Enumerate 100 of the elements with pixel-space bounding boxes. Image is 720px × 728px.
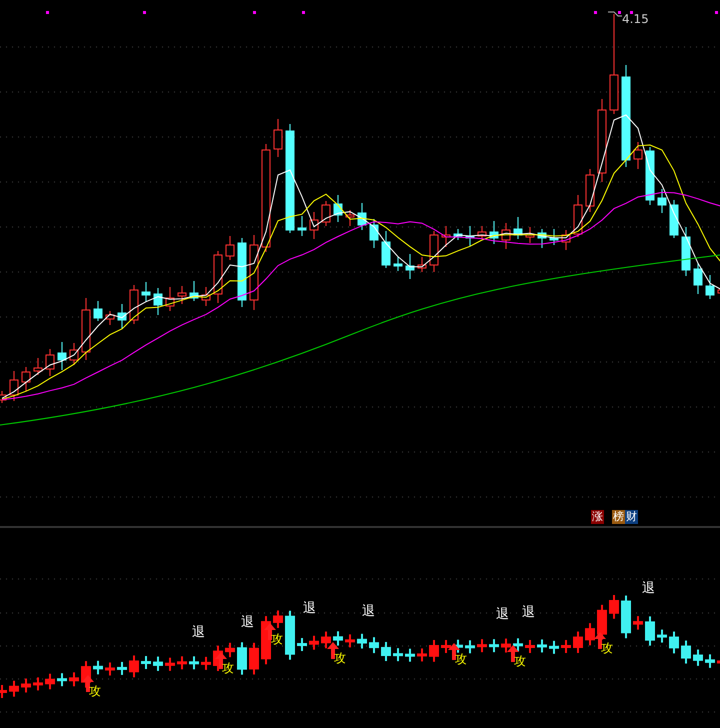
retreat-signal-label: 退 bbox=[642, 581, 655, 596]
high-price-label: 4.15 bbox=[622, 12, 649, 26]
candlestick bbox=[418, 256, 426, 272]
indicator-bar bbox=[393, 648, 403, 662]
indicator-bar bbox=[129, 655, 139, 678]
attack-signal-label: 攻 bbox=[271, 632, 283, 646]
indicator-bar bbox=[657, 630, 667, 643]
candlestick bbox=[562, 230, 570, 250]
retreat-signal-label: 退 bbox=[496, 607, 509, 622]
indicator-bar bbox=[561, 640, 571, 653]
candlestick bbox=[658, 188, 666, 214]
indicator-bar bbox=[465, 640, 475, 654]
indicator-bar bbox=[441, 640, 451, 653]
indicator-bar bbox=[525, 640, 535, 653]
candlestick bbox=[70, 342, 78, 366]
indicator-bar bbox=[345, 634, 355, 648]
candlestick bbox=[538, 228, 546, 248]
indicator-bar bbox=[669, 632, 679, 654]
candlestick bbox=[382, 230, 390, 268]
indicator-bar bbox=[513, 638, 523, 652]
candlestick bbox=[670, 200, 678, 238]
indicator-bar bbox=[501, 638, 511, 653]
indicator-bar bbox=[321, 632, 331, 648]
indicator-bar bbox=[333, 631, 343, 646]
candlestick bbox=[22, 366, 30, 392]
candlestick bbox=[526, 226, 534, 244]
candlestick bbox=[154, 288, 162, 316]
indicator-bar bbox=[165, 658, 175, 671]
indicator-bar bbox=[621, 596, 631, 638]
candlestick bbox=[430, 230, 438, 272]
candlestick bbox=[226, 236, 234, 260]
indicator-bar bbox=[105, 662, 115, 676]
candlestick bbox=[190, 280, 198, 302]
indicator-bar bbox=[117, 662, 127, 675]
indicator-bar bbox=[549, 640, 559, 654]
tag-badge: 涨 bbox=[591, 510, 604, 524]
retreat-signal-label: 退 bbox=[522, 605, 535, 620]
indicator-bar bbox=[681, 640, 691, 664]
candlestick bbox=[178, 286, 186, 304]
candlestick bbox=[142, 282, 150, 302]
candlestick bbox=[550, 228, 558, 246]
indicator-bar bbox=[45, 674, 55, 690]
candlestick bbox=[34, 358, 42, 376]
candlestick bbox=[694, 262, 702, 294]
candlestick bbox=[346, 210, 354, 226]
candlestick bbox=[214, 250, 222, 304]
attack-signal-label: 攻 bbox=[334, 651, 346, 665]
indicator-bar bbox=[717, 660, 720, 664]
indicator-bar bbox=[9, 680, 19, 697]
candlestick bbox=[574, 194, 582, 238]
indicator-bar bbox=[609, 595, 619, 619]
indicator-bar bbox=[177, 656, 187, 670]
retreat-signal-label: 退 bbox=[362, 604, 375, 619]
indicator-bar bbox=[189, 656, 199, 670]
indicator-bar bbox=[381, 642, 391, 662]
indicator-bar bbox=[537, 639, 547, 652]
candlestick bbox=[166, 286, 174, 312]
candlestick bbox=[646, 146, 654, 206]
leader-line bbox=[608, 12, 622, 16]
candlestick bbox=[586, 168, 594, 212]
indicator-bar bbox=[369, 637, 379, 654]
indicator-bar bbox=[477, 639, 487, 652]
attack-signal-label: 攻 bbox=[601, 641, 613, 655]
indicator-bar bbox=[21, 678, 31, 692]
indicator-bar bbox=[489, 639, 499, 652]
candlestick bbox=[274, 118, 282, 158]
candlestick bbox=[478, 226, 486, 240]
indicator-bar bbox=[201, 656, 211, 670]
indicator-bar bbox=[153, 656, 163, 671]
indicator-bar bbox=[225, 642, 235, 658]
attack-signal-label: 攻 bbox=[455, 652, 467, 666]
candlestick bbox=[310, 212, 318, 240]
retreat-signal-label: 退 bbox=[241, 615, 254, 630]
indicator-bar bbox=[141, 656, 151, 670]
candlestick bbox=[442, 226, 450, 248]
indicator-bar bbox=[297, 638, 307, 652]
candlestick bbox=[706, 274, 714, 300]
indicator-bar bbox=[633, 616, 643, 630]
candlestick bbox=[118, 304, 126, 330]
candlestick bbox=[682, 226, 690, 276]
candlestick bbox=[514, 216, 522, 240]
indicator-bar bbox=[285, 610, 295, 660]
candlestick bbox=[130, 284, 138, 324]
candlestick bbox=[94, 300, 102, 322]
indicator-bar bbox=[69, 672, 79, 686]
candlestick bbox=[10, 370, 18, 402]
attack-signal-label: 攻 bbox=[514, 654, 526, 668]
candlestick bbox=[370, 218, 378, 248]
candlestick bbox=[634, 142, 642, 170]
attack-signal-label: 攻 bbox=[222, 661, 234, 675]
candlestick bbox=[334, 194, 342, 222]
candlestick bbox=[322, 200, 330, 226]
candlestick bbox=[394, 256, 402, 272]
indicator-bar bbox=[273, 610, 283, 628]
candlestick bbox=[202, 286, 210, 306]
indicator-bar bbox=[405, 648, 415, 662]
indicator-bar bbox=[309, 636, 319, 650]
candlestick bbox=[46, 348, 54, 376]
candlestick bbox=[502, 222, 510, 250]
indicator-bar bbox=[237, 642, 247, 675]
